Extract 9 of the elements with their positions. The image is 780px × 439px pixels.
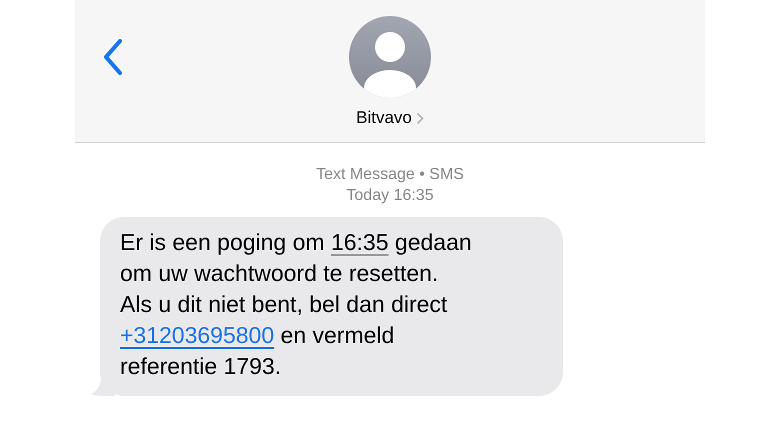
contact-name[interactable]: Bitvavo xyxy=(356,108,424,128)
back-icon[interactable] xyxy=(101,38,125,76)
timestamp: Today 16:35 xyxy=(346,186,434,206)
chevron-icon xyxy=(416,112,424,124)
service-label: Text Message • SMS xyxy=(316,165,464,185)
time-link[interactable]: 16:35 xyxy=(330,229,389,255)
avatar-icon[interactable] xyxy=(349,16,431,98)
message-text: Er is een poging om 16:35 gedaan om uw wachtwoord te resetten. Als u dit niet bent, bel dan direct +31203695800 en vermeld referentie 1793. xyxy=(120,228,473,381)
phone-link[interactable]: +31203695800 xyxy=(120,322,274,348)
